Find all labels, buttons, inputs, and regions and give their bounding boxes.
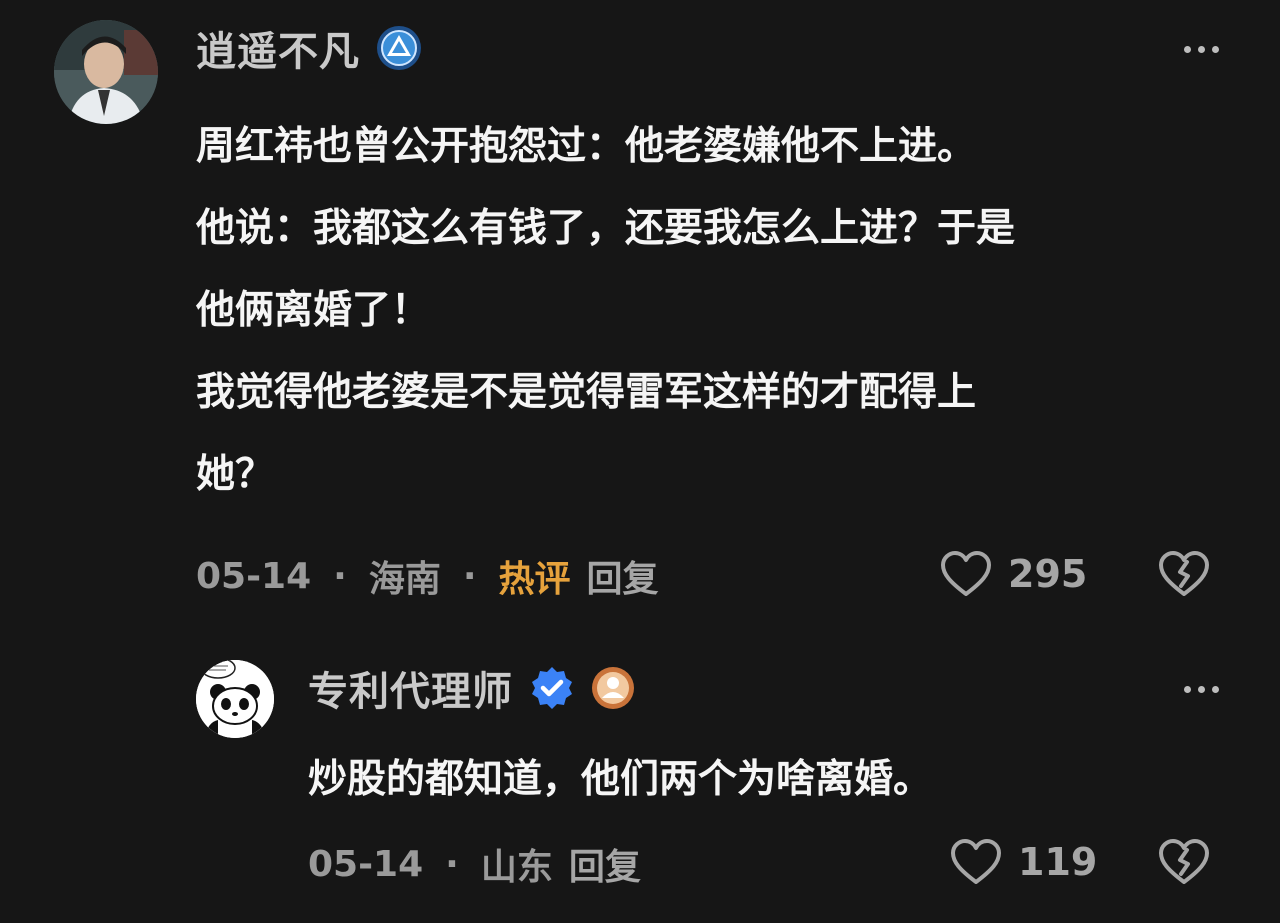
comment-author: 专利代理师	[308, 660, 635, 716]
comment-line: 她？	[196, 452, 275, 497]
more-options-icon[interactable]	[1184, 686, 1219, 693]
reply-button[interactable]: 回复	[587, 550, 659, 602]
comment-line: 周红祎也曾公开抱怨过：他老婆嫌他不上进。	[196, 124, 977, 169]
user-avatar-photo	[54, 20, 158, 124]
meta-separator: ·	[333, 555, 347, 597]
user-avatar[interactable]	[196, 660, 274, 738]
heart-icon	[941, 551, 991, 596]
comment-location: 山东	[480, 847, 553, 888]
comment-text: 炒股的都知道，他们两个为啥离婚。	[308, 757, 933, 802]
hot-comment-badge: 热评	[498, 559, 571, 600]
comment-thread: 逍遥不凡 周红祎也曾公开抱怨过：他老婆嫌他不上进。 他说：我都这么有钱了，还要我…	[0, 0, 1280, 923]
username[interactable]: 专利代理师	[308, 659, 513, 717]
dislike-button[interactable]	[1158, 838, 1210, 890]
comment-main: 逍遥不凡 周红祎也曾公开抱怨过：他老婆嫌他不上进。 他说：我都这么有钱了，还要我…	[0, 0, 1280, 620]
panda-avatar	[196, 660, 274, 738]
user-level-badge-icon	[592, 667, 634, 709]
comment-meta: 05-14 · 海南 · 热评 回复	[196, 550, 659, 602]
comment-meta: 05-14 · 山东 回复	[308, 838, 641, 890]
comment-body: 炒股的都知道，他们两个为啥离婚。	[308, 745, 1248, 815]
level-badge-icon	[377, 26, 421, 70]
comment-date: 05-14	[308, 843, 424, 885]
meta-separator: ·	[462, 555, 477, 597]
broken-heart-icon	[1159, 551, 1209, 596]
broken-heart-icon	[1159, 839, 1209, 884]
verified-check-icon	[532, 667, 572, 709]
like-count: 119	[1018, 840, 1098, 884]
more-options-icon[interactable]	[1184, 46, 1219, 53]
comment-line: 他俩离婚了！	[196, 288, 431, 333]
comment-line: 我觉得他老婆是不是觉得雷军这样的才配得上	[196, 370, 977, 415]
heart-icon	[951, 839, 1001, 884]
comment-location: 海南	[368, 559, 441, 600]
comment-date: 05-14	[196, 555, 312, 597]
username[interactable]: 逍遥不凡	[196, 19, 360, 77]
like-count: 295	[1008, 552, 1088, 596]
like-button[interactable]: 119	[950, 838, 1097, 886]
comment-author: 逍遥不凡	[196, 20, 422, 76]
comment-body: 周红祎也曾公开抱怨过：他老婆嫌他不上进。 他说：我都这么有钱了，还要我怎么上进？…	[196, 106, 1256, 516]
reply-button[interactable]: 回复	[569, 838, 641, 890]
dislike-button[interactable]	[1158, 550, 1210, 602]
comment-line: 他说：我都这么有钱了，还要我怎么上进？于是	[196, 206, 1016, 251]
meta-separator: ·	[445, 843, 459, 885]
like-button[interactable]: 295	[940, 550, 1087, 598]
user-avatar[interactable]	[54, 20, 158, 124]
